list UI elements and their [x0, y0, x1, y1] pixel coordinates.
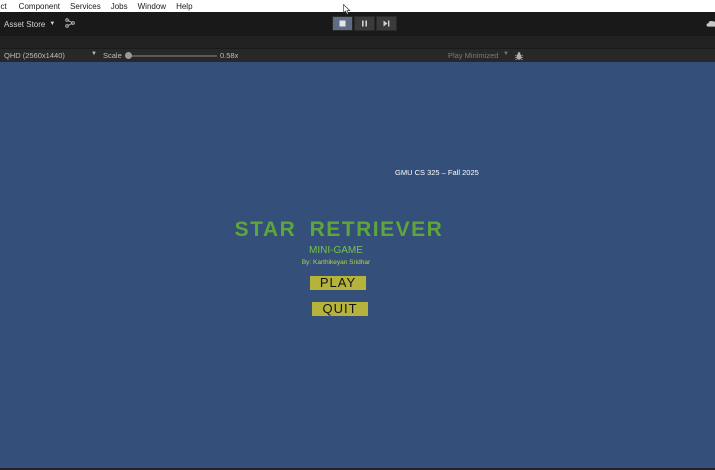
game-title: STAR RETRIEVER — [234, 218, 444, 241]
scale-label: Scale — [103, 51, 122, 60]
resolution-dropdown[interactable]: QHD (2560x1440) — [4, 51, 65, 60]
pause-icon — [362, 20, 367, 27]
menu-bar: ect Component Services Jobs Window Help — [0, 0, 715, 12]
game-view-toolbar: QHD (2560x1440) ▼ Scale 0.58x Play Minim… — [0, 48, 715, 63]
menu-item-help[interactable]: Help — [176, 2, 192, 11]
menu-item-project[interactable]: ect — [0, 2, 7, 11]
tab-strip — [0, 36, 715, 48]
chevron-down-icon: ▼ — [91, 51, 97, 57]
stop-icon — [339, 20, 346, 27]
asset-store-label: Asset Store — [4, 19, 46, 29]
step-button[interactable] — [376, 16, 397, 31]
scale-slider-track[interactable] — [129, 55, 217, 57]
bug-icon[interactable] — [514, 51, 524, 61]
menu-item-window[interactable]: Window — [138, 2, 166, 11]
scale-value: 0.58x — [220, 51, 239, 60]
game-view: GMU CS 325 – Fall 2025 STAR RETRIEVER MI… — [0, 62, 715, 468]
mouse-cursor-icon — [343, 4, 351, 15]
main-toolbar: Asset Store ▼ — [0, 12, 715, 36]
menu-item-jobs[interactable]: Jobs — [111, 2, 128, 11]
asset-store-dropdown[interactable]: Asset Store ▼ — [4, 17, 55, 31]
pause-button[interactable] — [354, 16, 375, 31]
stop-button[interactable] — [332, 16, 353, 31]
author-credit: By: Karthikeyan Sridhar — [301, 259, 371, 266]
play-mode-dropdown[interactable]: Play Minimized — [448, 51, 498, 60]
scale-slider-handle[interactable] — [125, 52, 132, 59]
play-button[interactable]: PLAY — [310, 276, 366, 290]
chevron-down-icon: ▼ — [503, 51, 509, 57]
quit-button[interactable]: QUIT — [312, 302, 368, 316]
chevron-down-icon: ▼ — [49, 21, 56, 27]
course-label: GMU CS 325 – Fall 2025 — [395, 168, 479, 177]
step-icon — [383, 20, 390, 27]
play-controls — [332, 16, 398, 31]
game-subtitle: MINI-GAME — [309, 245, 363, 256]
menu-item-component[interactable]: Component — [19, 2, 60, 11]
menu-item-services[interactable]: Services — [70, 2, 101, 11]
version-control-icon[interactable] — [65, 18, 75, 28]
cloud-icon[interactable] — [705, 18, 715, 28]
